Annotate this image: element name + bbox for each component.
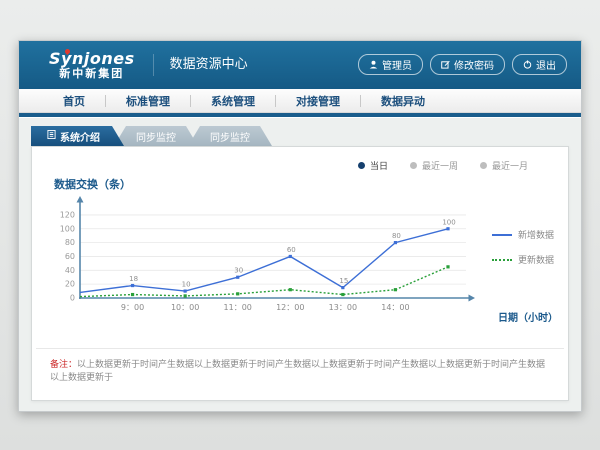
change-password-label: 修改密码 xyxy=(454,57,494,72)
note-text: 以上数据更新于时间产生数据以上数据更新于时间产生数据以上数据更新于时间产生数据以… xyxy=(50,360,545,383)
svg-text:14：00: 14：00 xyxy=(381,303,409,312)
user-icon xyxy=(369,60,378,69)
svg-text:60: 60 xyxy=(287,246,296,254)
radio-selected-icon xyxy=(358,162,365,169)
line-chart: 0 20 40 60 80 100 120 9：00 10：00 11：00 12：00 13：00 1… xyxy=(40,194,492,332)
note-prefix: 备注： xyxy=(50,360,77,370)
tab-label: 系统介绍 xyxy=(60,129,100,144)
legend-item-updated-data: 更新数据 xyxy=(492,253,562,266)
svg-text:60: 60 xyxy=(65,252,75,261)
svg-text:15: 15 xyxy=(339,277,348,285)
svg-text:30: 30 xyxy=(234,267,243,275)
svg-text:120: 120 xyxy=(60,210,75,219)
chart-region: 0 20 40 60 80 100 120 9：00 10：00 11：00 12：00 13：00 1… xyxy=(40,194,562,332)
time-range-filters: 当日 最近一周 最近一月 xyxy=(32,147,568,172)
power-icon xyxy=(523,60,532,69)
filter-label: 最近一月 xyxy=(492,159,528,172)
filter-label: 当日 xyxy=(370,159,388,172)
header-actions: 管理员 修改密码 退出 xyxy=(358,54,567,75)
x-axis-title: 日期（小时） xyxy=(498,309,558,324)
radio-unselected-icon xyxy=(480,162,487,169)
y-axis-title: 数据交换（条） xyxy=(54,176,568,192)
legend-item-new-data: 新增数据 xyxy=(492,228,562,241)
tab-label: 同步监控 xyxy=(210,129,250,144)
radio-unselected-icon xyxy=(410,162,417,169)
filter-today[interactable]: 当日 xyxy=(358,159,388,172)
svg-text:10：00: 10：00 xyxy=(171,303,199,312)
filter-last-month[interactable]: 最近一月 xyxy=(480,159,528,172)
logout-label: 退出 xyxy=(536,57,556,72)
tab-bar: 系统介绍 同步监控 同步监控 xyxy=(31,126,581,146)
document-icon xyxy=(47,130,56,142)
main-nav: 首页 标准管理 系统管理 对接管理 数据异动 xyxy=(19,89,581,113)
tab-label: 同步监控 xyxy=(136,129,176,144)
svg-text:13：00: 13：00 xyxy=(329,303,357,312)
logout-button[interactable]: 退出 xyxy=(512,54,567,75)
edit-icon xyxy=(441,60,450,69)
solid-line-swatch-icon xyxy=(492,234,512,236)
nav-item-home[interactable]: 首页 xyxy=(43,93,105,109)
tab-system-intro[interactable]: 系统介绍 xyxy=(31,126,124,146)
svg-text:40: 40 xyxy=(65,266,75,275)
svg-text:80: 80 xyxy=(65,238,75,247)
svg-text:0: 0 xyxy=(70,294,75,303)
svg-text:18: 18 xyxy=(129,275,138,283)
main-window: Synjones 新中新集团 数据资源中心 管理员 修改密码 退出 xyxy=(18,40,582,412)
brand-logo: Synjones 新中新集团 xyxy=(49,51,135,79)
svg-text:9：00: 9：00 xyxy=(121,303,144,312)
legend-label: 新增数据 xyxy=(518,228,554,241)
tab-sync-monitor-2[interactable]: 同步监控 xyxy=(188,126,272,146)
content-area: 系统介绍 同步监控 同步监控 当日 最近一周 xyxy=(19,118,581,411)
filter-label: 最近一周 xyxy=(422,159,458,172)
user-label: 管理员 xyxy=(382,57,412,72)
svg-text:12：00: 12：00 xyxy=(276,303,304,312)
chart-card: 当日 最近一周 最近一月 数据交换（条） 0 20 40 60 80 100 120 9：00… xyxy=(31,146,569,401)
nav-accent-strip xyxy=(19,113,581,117)
app-header: Synjones 新中新集团 数据资源中心 管理员 修改密码 退出 xyxy=(19,41,581,89)
legend-label: 更新数据 xyxy=(518,253,554,266)
filter-last-week[interactable]: 最近一周 xyxy=(410,159,458,172)
nav-item-integration[interactable]: 对接管理 xyxy=(276,93,360,109)
page-title: 数据资源中心 xyxy=(153,54,248,76)
footer-note: 备注：以上数据更新于时间产生数据以上数据更新于时间产生数据以上数据更新于时间产生… xyxy=(32,349,568,384)
svg-text:100: 100 xyxy=(60,224,75,233)
nav-item-data-change[interactable]: 数据异动 xyxy=(361,93,445,109)
svg-text:20: 20 xyxy=(65,280,75,289)
svg-text:10: 10 xyxy=(182,281,191,289)
change-password-button[interactable]: 修改密码 xyxy=(430,54,505,75)
logo-text-en: Synjones xyxy=(49,51,135,68)
dotted-line-swatch-icon xyxy=(492,259,512,261)
nav-item-system[interactable]: 系统管理 xyxy=(191,93,275,109)
svg-text:80: 80 xyxy=(392,232,401,240)
svg-text:11：00: 11：00 xyxy=(224,303,252,312)
logo-text-cn: 新中新集团 xyxy=(49,68,135,80)
svg-text:100: 100 xyxy=(442,218,455,226)
user-button[interactable]: 管理员 xyxy=(358,54,423,75)
nav-item-standards[interactable]: 标准管理 xyxy=(106,93,190,109)
tab-sync-monitor-1[interactable]: 同步监控 xyxy=(114,126,198,146)
chart-box: 0 20 40 60 80 100 120 9：00 10：00 11：00 12：00 13：00 1… xyxy=(40,194,492,332)
